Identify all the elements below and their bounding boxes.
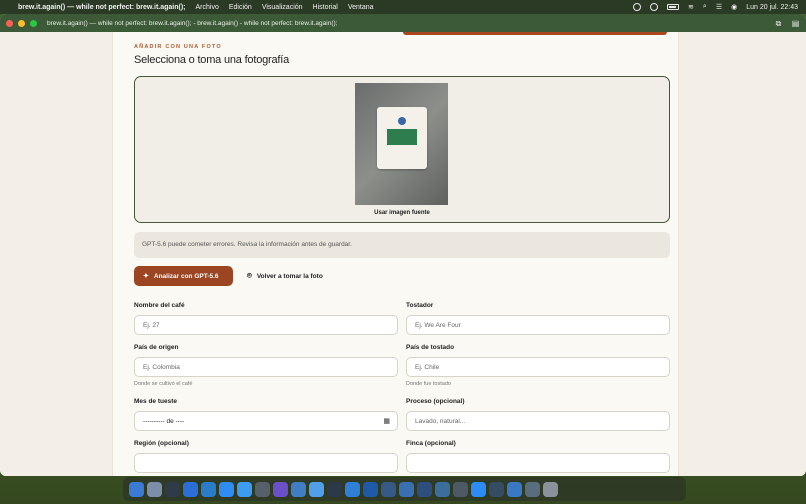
menu-ventana[interactable]: Ventana <box>348 4 374 11</box>
window-title: brew.it.again() — while not perfect: bre… <box>47 19 338 27</box>
app-icon-22[interactable] <box>507 481 522 497</box>
app-icon-11[interactable] <box>309 481 324 497</box>
battery-icon[interactable] <box>667 4 680 10</box>
control-center-icon[interactable]: ☰ <box>716 3 722 11</box>
app-icon-13[interactable] <box>345 481 360 497</box>
app-icon-14[interactable] <box>363 481 378 497</box>
coffee-bag-photo <box>355 83 448 205</box>
minimize-button[interactable] <box>18 19 25 27</box>
zoom-button[interactable] <box>30 19 37 27</box>
app-icon-10[interactable] <box>291 481 306 497</box>
roast-month-input[interactable]: ---------- de ---- ▦ <box>134 411 398 431</box>
browser-icon[interactable] <box>183 481 198 497</box>
roast-month-value: ---------- de ---- <box>143 418 185 425</box>
section-kicker: AÑADIR CON UNA FOTO <box>134 44 222 50</box>
settings-icon[interactable] <box>255 481 270 497</box>
section-title: Selecciona o toma una fotografía <box>134 54 290 66</box>
region-label: Región (opcional) <box>134 440 189 447</box>
coffee-name-input[interactable]: Ej. 27 <box>134 315 398 335</box>
origin-country-help: Donde se cultivó el café <box>134 381 193 387</box>
browser-window: brew.it.again() — while not perfect: bre… <box>0 14 806 476</box>
vscode-icon[interactable] <box>201 481 216 497</box>
app-store-icon[interactable] <box>219 481 234 497</box>
roast-country-label: País de tostado <box>406 344 455 351</box>
app-icon-15[interactable] <box>381 481 396 497</box>
wifi-icon[interactable]: ≋ <box>688 3 694 11</box>
sidebar-icon[interactable]: ▤ <box>791 19 800 28</box>
roaster-input[interactable]: Ej. We Are Four <box>406 315 670 335</box>
terminal-icon[interactable] <box>165 481 180 497</box>
region-input[interactable] <box>134 453 398 473</box>
origin-country-label: País de origen <box>134 344 179 351</box>
clock[interactable]: Lun 20 jul. 22:43 <box>746 4 798 11</box>
focus-icon[interactable] <box>650 3 659 11</box>
process-input[interactable]: Lavado, natural... <box>406 411 670 431</box>
close-button[interactable] <box>6 19 13 27</box>
trash-icon[interactable] <box>543 481 558 497</box>
retake-label: Volver a tomar la foto <box>256 272 323 280</box>
app-icon-18[interactable] <box>435 481 450 497</box>
analyze-button[interactable]: ✦ Analizar con GPT-5.6 <box>134 266 233 286</box>
menu-visualizacion[interactable]: Visualización <box>262 4 303 11</box>
roast-country-input[interactable]: Ej. Chile <box>406 357 670 377</box>
coffee-bag <box>377 107 427 169</box>
process-label: Proceso (opcional) <box>406 398 465 405</box>
farm-input[interactable] <box>406 453 670 473</box>
sparkle-icon: ✦ <box>143 273 149 280</box>
photo-caption: Usar imagen fuente <box>374 210 430 216</box>
app-name[interactable]: brew.it.again() — while not perfect: bre… <box>18 4 186 11</box>
app-icon-17[interactable] <box>417 481 432 497</box>
app-icon-19[interactable] <box>453 481 468 497</box>
search-icon[interactable]: ⌕ <box>703 3 707 11</box>
app-icon-9[interactable] <box>273 481 288 497</box>
app-icon-16[interactable] <box>399 481 414 497</box>
photo-dropzone[interactable]: Usar imagen fuente <box>134 76 670 223</box>
menu-bar: brew.it.again() — while not perfect: bre… <box>0 0 806 14</box>
app-icon-23[interactable] <box>525 481 540 497</box>
siri-icon[interactable]: ◉ <box>731 3 737 11</box>
page-content: AÑADIR CON UNA FOTO Selecciona o toma un… <box>0 32 806 476</box>
menu-historial[interactable]: Historial <box>313 4 338 11</box>
xcode-icon[interactable] <box>237 481 252 497</box>
origin-country-input[interactable]: Ej. Colombia <box>134 357 398 377</box>
status-icon[interactable] <box>633 3 642 11</box>
app-icon-21[interactable] <box>489 481 504 497</box>
app-icon-20[interactable] <box>471 481 486 497</box>
form-card: AÑADIR CON UNA FOTO Selecciona o toma un… <box>112 32 679 476</box>
coffee-name-label: Nombre del café <box>134 302 185 309</box>
roast-month-label: Mes de tueste <box>134 398 177 405</box>
calendar-icon[interactable]: ▦ <box>383 417 390 425</box>
bag-logo <box>398 117 406 125</box>
dock <box>123 477 686 501</box>
camera-icon: ⌾ <box>247 271 252 280</box>
finder-icon[interactable] <box>129 481 144 497</box>
menu-edicion[interactable]: Edición <box>229 4 252 11</box>
launchpad-icon[interactable] <box>147 481 162 497</box>
roaster-label: Tostador <box>406 302 434 309</box>
retake-photo-button[interactable]: ⌾ Volver a tomar la foto <box>247 266 323 286</box>
title-bar: brew.it.again() — while not perfect: bre… <box>0 14 806 32</box>
analyze-label: Analizar con GPT-5.6 <box>153 272 219 280</box>
extensions-icon[interactable]: ⧉ <box>774 19 783 28</box>
menu-archivo[interactable]: Archivo <box>196 4 219 11</box>
top-accent-bar <box>403 32 667 35</box>
farm-label: Finca (opcional) <box>406 440 456 447</box>
app-icon-12[interactable] <box>327 481 342 497</box>
ai-notice: GPT-5.6 puede cometer errores. Revisa la… <box>134 232 670 258</box>
roast-country-help: Donde fue tostado <box>406 381 451 387</box>
bag-label <box>387 129 417 145</box>
